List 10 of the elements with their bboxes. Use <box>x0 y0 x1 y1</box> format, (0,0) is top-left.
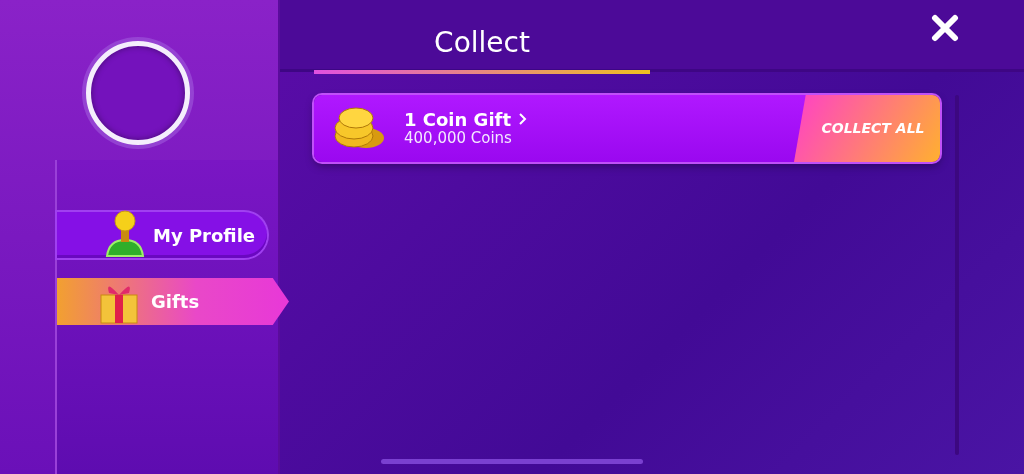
chevron-icon[interactable] <box>519 113 527 126</box>
sidebar-item[interactable]: Gifts <box>57 278 289 325</box>
sidebar-item[interactable]: My Profile <box>57 212 267 258</box>
close-icon[interactable] <box>930 14 960 42</box>
gift-amount: 400,000 Coins <box>404 129 513 148</box>
avatar-ring[interactable] <box>86 41 190 145</box>
person-icon <box>103 210 147 260</box>
gift-title[interactable]: 1 Coin Gift <box>404 109 511 130</box>
tab[interactable]: Collect <box>314 0 650 64</box>
collect-all-button[interactable]: COLLECT ALL <box>794 95 940 162</box>
